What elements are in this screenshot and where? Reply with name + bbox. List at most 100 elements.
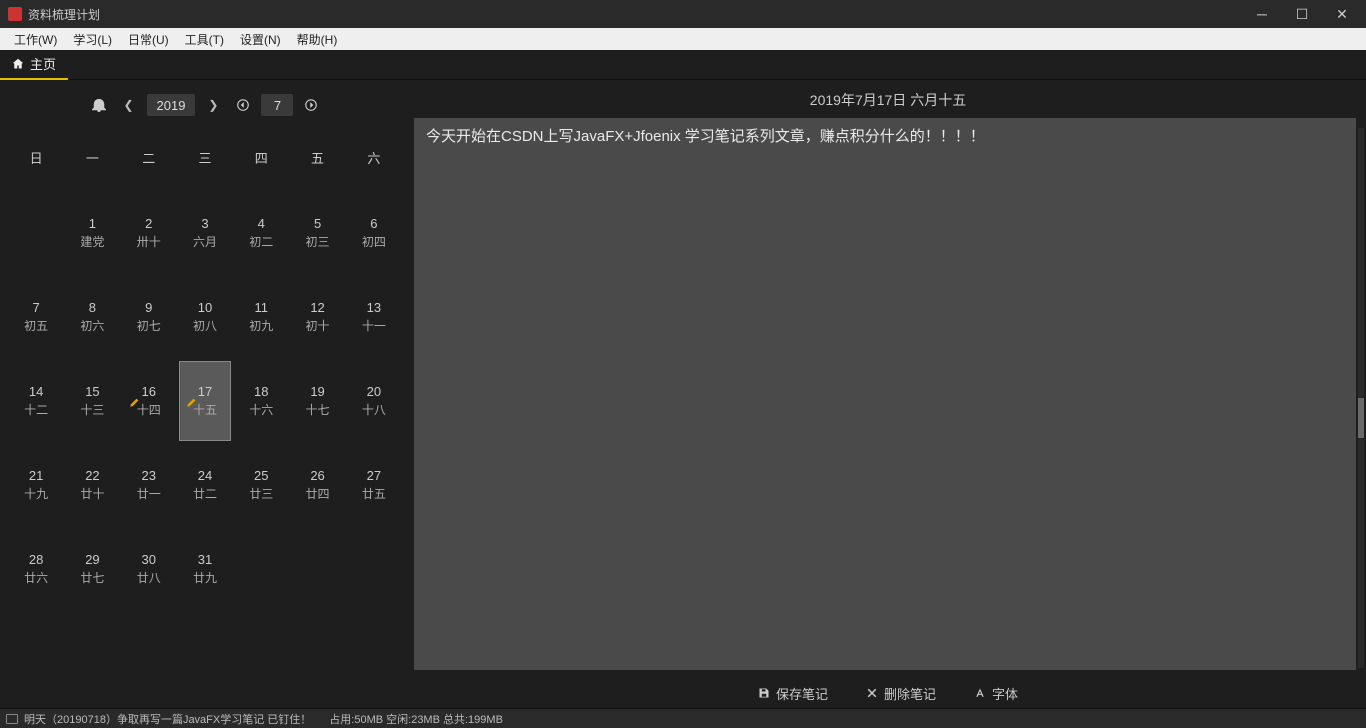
day-of-week: 四: [233, 140, 289, 191]
day-cell[interactable]: 18十六: [235, 361, 287, 441]
editor-pane: 2019年7月17日 六月十五 今天开始在CSDN上写JavaFX+Jfoeni…: [410, 80, 1366, 708]
day-cell[interactable]: 3六月: [179, 193, 231, 273]
menu-item[interactable]: 设置(N): [232, 31, 289, 48]
menu-item[interactable]: 工具(T): [177, 31, 232, 48]
close-button[interactable]: ✕: [1334, 6, 1350, 23]
day-cell[interactable]: 22廿十: [66, 445, 118, 525]
day-cell[interactable]: 17十五: [179, 361, 231, 441]
day-number: 8: [89, 300, 96, 315]
home-icon: [12, 58, 24, 70]
status-text: 明天（20190718）争取再写一篇JavaFX学习笔记 已钉住！: [24, 711, 311, 727]
day-cell[interactable]: 1建党: [66, 193, 118, 273]
day-lunar: 廿九: [193, 569, 217, 586]
menu-item[interactable]: 日常(U): [120, 31, 177, 48]
tab-home[interactable]: 主页: [0, 50, 68, 80]
prev-year-button[interactable]: ❮: [117, 94, 141, 116]
day-cell[interactable]: 26廿四: [291, 445, 343, 525]
delete-icon: [866, 687, 878, 699]
day-cell[interactable]: 7初五: [10, 277, 62, 357]
day-cell[interactable]: 14十二: [10, 361, 62, 441]
month-value[interactable]: 7: [261, 94, 293, 116]
pencil-icon: [186, 396, 196, 406]
day-lunar: 十八: [362, 401, 386, 418]
day-number: 26: [310, 468, 324, 483]
day-cell[interactable]: 16十四: [123, 361, 175, 441]
day-number: 3: [201, 216, 208, 231]
day-lunar: 初九: [249, 317, 273, 334]
tab-bar: 主页: [0, 50, 1366, 80]
menu-bar: 工作(W)学习(L)日常(U)工具(T)设置(N)帮助(H): [0, 28, 1366, 50]
scrollbar-thumb[interactable]: [1358, 398, 1364, 438]
day-cell[interactable]: 11初九: [235, 277, 287, 357]
status-memory: 占用:50MB 空闲:23MB 总共:199MB: [329, 711, 503, 727]
menu-item[interactable]: 帮助(H): [289, 31, 346, 48]
year-value[interactable]: 2019: [147, 94, 196, 116]
day-number: 29: [85, 552, 99, 567]
editor-scrollbar[interactable]: [1358, 128, 1364, 668]
day-lunar: 初五: [24, 317, 48, 334]
maximize-button[interactable]: ☐: [1294, 6, 1310, 23]
day-cell[interactable]: 24廿二: [179, 445, 231, 525]
day-cell[interactable]: 9初七: [123, 277, 175, 357]
day-number: 31: [198, 552, 212, 567]
day-lunar: 初八: [193, 317, 217, 334]
day-cell[interactable]: 2卅十: [123, 193, 175, 273]
day-of-week: 三: [177, 140, 233, 191]
minimize-button[interactable]: ─: [1254, 6, 1270, 23]
delete-button[interactable]: 删除笔记: [866, 684, 936, 703]
save-icon: [758, 687, 770, 699]
day-cell[interactable]: 30廿八: [123, 529, 175, 609]
note-editor[interactable]: 今天开始在CSDN上写JavaFX+Jfoenix 学习笔记系列文章，赚点积分什…: [414, 118, 1356, 670]
status-bar: 明天（20190718）争取再写一篇JavaFX学习笔记 已钉住！ 占用:50M…: [0, 708, 1366, 728]
day-of-week: 一: [64, 140, 120, 191]
day-cell[interactable]: 4初二: [235, 193, 287, 273]
day-cell[interactable]: 13十一: [348, 277, 400, 357]
calendar-grid: 日一二三四五六1建党2卅十3六月4初二5初三6初四7初五8初六9初七10初八11…: [8, 140, 402, 611]
calendar-header: ❮ 2019 ❯ 7: [8, 90, 402, 120]
day-number: 19: [310, 384, 324, 399]
day-lunar: 建党: [80, 233, 104, 250]
day-cell[interactable]: 8 初六: [66, 277, 118, 357]
day-lunar: 廿八: [137, 569, 161, 586]
day-cell[interactable]: 15十三: [66, 361, 118, 441]
title-bar: 资料梳理计划 ─ ☐ ✕: [0, 0, 1366, 28]
day-number: 27: [367, 468, 381, 483]
day-cell[interactable]: 27廿五: [348, 445, 400, 525]
day-cell[interactable]: 20十八: [348, 361, 400, 441]
save-button[interactable]: 保存笔记: [758, 684, 828, 703]
day-cell[interactable]: 29廿七: [66, 529, 118, 609]
save-label: 保存笔记: [776, 684, 828, 703]
next-year-button[interactable]: ❯: [201, 94, 225, 116]
day-lunar: 初十: [306, 317, 330, 334]
day-number: 5: [314, 216, 321, 231]
day-lunar: 初二: [249, 233, 273, 250]
day-lunar: 初六: [80, 317, 104, 334]
day-lunar: 初三: [306, 233, 330, 250]
day-cell[interactable]: 19十七: [291, 361, 343, 441]
font-button[interactable]: 字体: [974, 684, 1018, 703]
day-lunar: 廿三: [249, 485, 273, 502]
notification-icon[interactable]: [87, 94, 111, 116]
menu-item[interactable]: 工作(W): [6, 31, 65, 48]
day-cell[interactable]: 12初十: [291, 277, 343, 357]
next-month-button[interactable]: [299, 94, 323, 116]
day-cell[interactable]: 23廿一: [123, 445, 175, 525]
day-cell[interactable]: 28廿六: [10, 529, 62, 609]
menu-item[interactable]: 学习(L): [65, 31, 120, 48]
prev-month-button[interactable]: [231, 94, 255, 116]
day-number: 15: [85, 384, 99, 399]
day-lunar: 初四: [362, 233, 386, 250]
day-of-week: 五: [289, 140, 345, 191]
tab-label: 主页: [30, 54, 56, 73]
day-lunar: 廿十: [80, 485, 104, 502]
day-cell[interactable]: 25廿三: [235, 445, 287, 525]
day-cell[interactable]: 6初四: [348, 193, 400, 273]
day-cell[interactable]: 5 初三: [291, 193, 343, 273]
day-lunar: 卅十: [137, 233, 161, 250]
day-cell[interactable]: 21十九: [10, 445, 62, 525]
day-lunar: 十一: [362, 317, 386, 334]
day-cell: [291, 529, 343, 609]
day-number: 17: [198, 384, 212, 399]
day-cell[interactable]: 10初八: [179, 277, 231, 357]
day-cell[interactable]: 31 廿九: [179, 529, 231, 609]
